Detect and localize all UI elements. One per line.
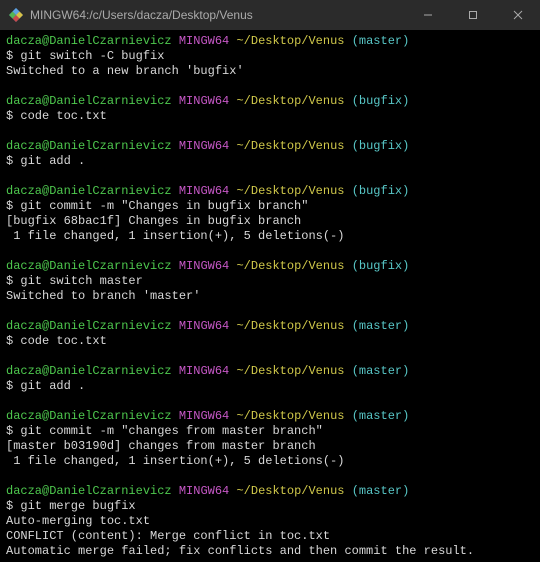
shell-name: MINGW64: [179, 484, 229, 498]
cwd-path: ~/Desktop/Venus: [236, 409, 344, 423]
window-title: MINGW64:/c/Users/dacza/Desktop/Venus: [30, 8, 405, 22]
branch-name: (master): [352, 409, 410, 423]
branch-name: (bugfix): [352, 139, 410, 153]
shell-name: MINGW64: [179, 184, 229, 198]
app-icon: [8, 7, 24, 23]
prompt-line: dacza@DanielCzarnievicz MINGW64 ~/Deskto…: [6, 259, 534, 274]
command-line: $ git switch master: [6, 274, 534, 289]
shell-name: MINGW64: [179, 364, 229, 378]
titlebar: MINGW64:/c/Users/dacza/Desktop/Venus: [0, 0, 540, 30]
cwd-path: ~/Desktop/Venus: [236, 484, 344, 498]
cwd-path: ~/Desktop/Venus: [236, 184, 344, 198]
close-button[interactable]: [495, 0, 540, 30]
branch-name: (bugfix): [352, 259, 410, 273]
user-host: dacza@DanielCzarnievicz: [6, 184, 172, 198]
output-line: 1 file changed, 1 insertion(+), 5 deleti…: [6, 454, 534, 469]
shell-name: MINGW64: [179, 319, 229, 333]
command-line: $ git commit -m "Changes in bugfix branc…: [6, 199, 534, 214]
blank-line: [6, 394, 534, 409]
cwd-path: ~/Desktop/Venus: [236, 94, 344, 108]
command-line: $ git add .: [6, 154, 534, 169]
blank-line: [6, 469, 534, 484]
output-line: Switched to a new branch 'bugfix': [6, 64, 534, 79]
user-host: dacza@DanielCzarnievicz: [6, 34, 172, 48]
user-host: dacza@DanielCzarnievicz: [6, 319, 172, 333]
cwd-path: ~/Desktop/Venus: [236, 139, 344, 153]
window-controls: [405, 0, 540, 30]
prompt-line: dacza@DanielCzarnievicz MINGW64 ~/Deskto…: [6, 184, 534, 199]
branch-name: (master): [352, 484, 410, 498]
shell-name: MINGW64: [179, 94, 229, 108]
user-host: dacza@DanielCzarnievicz: [6, 484, 172, 498]
prompt-line: dacza@DanielCzarnievicz MINGW64 ~/Deskto…: [6, 34, 534, 49]
shell-name: MINGW64: [179, 259, 229, 273]
user-host: dacza@DanielCzarnievicz: [6, 139, 172, 153]
cwd-path: ~/Desktop/Venus: [236, 364, 344, 378]
blank-line: [6, 169, 534, 184]
command-line: $ git switch -C bugfix: [6, 49, 534, 64]
branch-name: (bugfix): [352, 184, 410, 198]
shell-name: MINGW64: [179, 34, 229, 48]
blank-line: [6, 304, 534, 319]
command-line: $ git add .: [6, 379, 534, 394]
output-line: Switched to branch 'master': [6, 289, 534, 304]
output-line: Auto-merging toc.txt: [6, 514, 534, 529]
output-line: 1 file changed, 1 insertion(+), 5 deleti…: [6, 229, 534, 244]
cwd-path: ~/Desktop/Venus: [236, 34, 344, 48]
blank-line: [6, 244, 534, 259]
cwd-path: ~/Desktop/Venus: [236, 319, 344, 333]
blank-line: [6, 124, 534, 139]
prompt-line: dacza@DanielCzarnievicz MINGW64 ~/Deskto…: [6, 409, 534, 424]
user-host: dacza@DanielCzarnievicz: [6, 364, 172, 378]
terminal-body[interactable]: dacza@DanielCzarnievicz MINGW64 ~/Deskto…: [0, 30, 540, 562]
command-line: $ git commit -m "changes from master bra…: [6, 424, 534, 439]
prompt-line: dacza@DanielCzarnievicz MINGW64 ~/Deskto…: [6, 484, 534, 499]
user-host: dacza@DanielCzarnievicz: [6, 409, 172, 423]
output-line: Automatic merge failed; fix conflicts an…: [6, 544, 534, 559]
shell-name: MINGW64: [179, 409, 229, 423]
maximize-button[interactable]: [450, 0, 495, 30]
user-host: dacza@DanielCzarnievicz: [6, 94, 172, 108]
output-line: [bugfix 68bac1f] Changes in bugfix branc…: [6, 214, 534, 229]
shell-name: MINGW64: [179, 139, 229, 153]
command-line: $ git merge bugfix: [6, 499, 534, 514]
prompt-line: dacza@DanielCzarnievicz MINGW64 ~/Deskto…: [6, 364, 534, 379]
minimize-button[interactable]: [405, 0, 450, 30]
command-line: $ code toc.txt: [6, 334, 534, 349]
prompt-line: dacza@DanielCzarnievicz MINGW64 ~/Deskto…: [6, 319, 534, 334]
output-line: [master b03190d] changes from master bra…: [6, 439, 534, 454]
blank-line: [6, 349, 534, 364]
prompt-line: dacza@DanielCzarnievicz MINGW64 ~/Deskto…: [6, 139, 534, 154]
branch-name: (master): [352, 319, 410, 333]
prompt-line: dacza@DanielCzarnievicz MINGW64 ~/Deskto…: [6, 94, 534, 109]
command-line: $ code toc.txt: [6, 109, 534, 124]
branch-name: (bugfix): [352, 94, 410, 108]
output-line: CONFLICT (content): Merge conflict in to…: [6, 529, 534, 544]
blank-line: [6, 79, 534, 94]
cwd-path: ~/Desktop/Venus: [236, 259, 344, 273]
branch-name: (master): [352, 364, 410, 378]
branch-name: (master): [352, 34, 410, 48]
user-host: dacza@DanielCzarnievicz: [6, 259, 172, 273]
